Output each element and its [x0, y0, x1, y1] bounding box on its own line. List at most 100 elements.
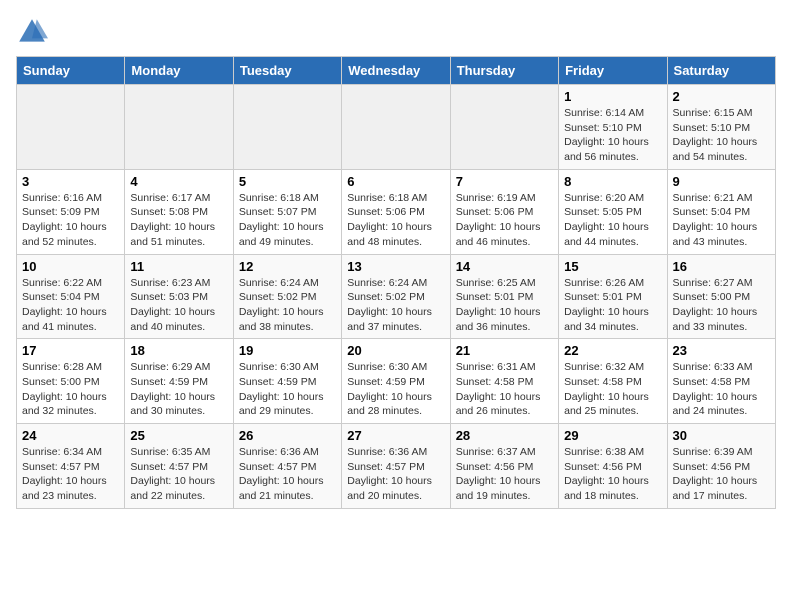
- day-cell: 13 Sunrise: 6:24 AMSunset: 5:02 PMDayligh…: [342, 254, 450, 339]
- day-cell: 24Sunrise: 6:34 AMSunset: 4:57 PMDayligh…: [17, 424, 125, 509]
- day-number: 18: [130, 343, 227, 358]
- col-header-thursday: Thursday: [450, 57, 558, 85]
- day-cell: 30 Sunrise: 6:39 AMSunset: 4:56 PMDayligh…: [667, 424, 775, 509]
- day-number: 16: [673, 259, 770, 274]
- calendar-table: SundayMondayTuesdayWednesdayThursdayFrid…: [16, 56, 776, 509]
- day-cell: 14 Sunrise: 6:25 AMSunset: 5:01 PMDayligh…: [450, 254, 558, 339]
- day-cell: 19 Sunrise: 6:30 AMSunset: 4:59 PMDayligh…: [233, 339, 341, 424]
- col-header-saturday: Saturday: [667, 57, 775, 85]
- day-cell: 3Sunrise: 6:16 AMSunset: 5:09 PMDaylight…: [17, 169, 125, 254]
- day-number: 22: [564, 343, 661, 358]
- day-info: Sunrise: 6:36 AMSunset: 4:57 PMDaylight:…: [347, 445, 444, 504]
- day-cell: 20 Sunrise: 6:30 AMSunset: 4:59 PMDayligh…: [342, 339, 450, 424]
- day-number: 5: [239, 174, 336, 189]
- day-cell: 11Sunrise: 6:23 AMSunset: 5:03 PMDayligh…: [125, 254, 233, 339]
- day-cell: 28 Sunrise: 6:37 AMSunset: 4:56 PMDayligh…: [450, 424, 558, 509]
- day-info: Sunrise: 6:30 AMSunset: 4:59 PMDaylight:…: [347, 360, 444, 419]
- day-info: Sunrise: 6:29 AMSunset: 4:59 PMDaylight:…: [130, 360, 227, 419]
- day-info: Sunrise: 6:22 AMSunset: 5:04 PMDaylight:…: [22, 276, 119, 335]
- week-row-3: 10 Sunrise: 6:22 AMSunset: 5:04 PMDayligh…: [17, 254, 776, 339]
- day-number: 20: [347, 343, 444, 358]
- day-info: Sunrise: 6:36 AMSunset: 4:57 PMDaylight:…: [239, 445, 336, 504]
- day-info: Sunrise: 6:24 AMSunset: 5:02 PMDaylight:…: [347, 276, 444, 335]
- day-cell: 1 Sunrise: 6:14 AMSunset: 5:10 PMDaylight…: [559, 85, 667, 170]
- day-number: 25: [130, 428, 227, 443]
- day-cell: 22 Sunrise: 6:32 AMSunset: 4:58 PMDayligh…: [559, 339, 667, 424]
- col-header-friday: Friday: [559, 57, 667, 85]
- day-info: Sunrise: 6:27 AMSunset: 5:00 PMDaylight:…: [673, 276, 770, 335]
- day-number: 12: [239, 259, 336, 274]
- day-cell: 26Sunrise: 6:36 AMSunset: 4:57 PMDayligh…: [233, 424, 341, 509]
- day-number: 30: [673, 428, 770, 443]
- col-header-tuesday: Tuesday: [233, 57, 341, 85]
- day-info: Sunrise: 6:24 AMSunset: 5:02 PMDaylight:…: [239, 276, 336, 335]
- day-cell: 8Sunrise: 6:20 AMSunset: 5:05 PMDaylight…: [559, 169, 667, 254]
- day-info: Sunrise: 6:14 AMSunset: 5:10 PMDaylight:…: [564, 106, 661, 165]
- day-number: 9: [673, 174, 770, 189]
- day-cell: 23 Sunrise: 6:33 AMSunset: 4:58 PMDayligh…: [667, 339, 775, 424]
- day-number: 13: [347, 259, 444, 274]
- day-cell: 6 Sunrise: 6:18 AMSunset: 5:06 PMDaylight…: [342, 169, 450, 254]
- day-number: 4: [130, 174, 227, 189]
- day-info: Sunrise: 6:39 AMSunset: 4:56 PMDaylight:…: [673, 445, 770, 504]
- week-row-5: 24Sunrise: 6:34 AMSunset: 4:57 PMDayligh…: [17, 424, 776, 509]
- day-cell: [450, 85, 558, 170]
- week-row-2: 3Sunrise: 6:16 AMSunset: 5:09 PMDaylight…: [17, 169, 776, 254]
- day-number: 29: [564, 428, 661, 443]
- day-info: Sunrise: 6:18 AMSunset: 5:06 PMDaylight:…: [347, 191, 444, 250]
- day-cell: 18 Sunrise: 6:29 AMSunset: 4:59 PMDayligh…: [125, 339, 233, 424]
- day-number: 17: [22, 343, 119, 358]
- day-number: 7: [456, 174, 553, 189]
- day-cell: 27 Sunrise: 6:36 AMSunset: 4:57 PMDayligh…: [342, 424, 450, 509]
- day-cell: 29 Sunrise: 6:38 AMSunset: 4:56 PMDayligh…: [559, 424, 667, 509]
- day-number: 23: [673, 343, 770, 358]
- logo-icon: [16, 16, 48, 48]
- day-info: Sunrise: 6:25 AMSunset: 5:01 PMDaylight:…: [456, 276, 553, 335]
- day-number: 1: [564, 89, 661, 104]
- day-number: 2: [673, 89, 770, 104]
- day-number: 15: [564, 259, 661, 274]
- day-number: 27: [347, 428, 444, 443]
- day-info: Sunrise: 6:20 AMSunset: 5:05 PMDaylight:…: [564, 191, 661, 250]
- day-number: 14: [456, 259, 553, 274]
- day-number: 6: [347, 174, 444, 189]
- day-number: 21: [456, 343, 553, 358]
- logo: [16, 16, 52, 48]
- day-cell: 2Sunrise: 6:15 AMSunset: 5:10 PMDaylight…: [667, 85, 775, 170]
- day-cell: 15Sunrise: 6:26 AMSunset: 5:01 PMDayligh…: [559, 254, 667, 339]
- day-cell: 5 Sunrise: 6:18 AMSunset: 5:07 PMDaylight…: [233, 169, 341, 254]
- day-number: 11: [130, 259, 227, 274]
- day-cell: 21 Sunrise: 6:31 AMSunset: 4:58 PMDayligh…: [450, 339, 558, 424]
- day-cell: 10 Sunrise: 6:22 AMSunset: 5:04 PMDayligh…: [17, 254, 125, 339]
- day-info: Sunrise: 6:18 AMSunset: 5:07 PMDaylight:…: [239, 191, 336, 250]
- day-cell: 17 Sunrise: 6:28 AMSunset: 5:00 PMDayligh…: [17, 339, 125, 424]
- day-info: Sunrise: 6:35 AMSunset: 4:57 PMDaylight:…: [130, 445, 227, 504]
- day-info: Sunrise: 6:31 AMSunset: 4:58 PMDaylight:…: [456, 360, 553, 419]
- col-header-sunday: Sunday: [17, 57, 125, 85]
- header: [16, 16, 776, 48]
- day-info: Sunrise: 6:19 AMSunset: 5:06 PMDaylight:…: [456, 191, 553, 250]
- day-number: 10: [22, 259, 119, 274]
- day-number: 19: [239, 343, 336, 358]
- day-number: 24: [22, 428, 119, 443]
- day-cell: 7 Sunrise: 6:19 AMSunset: 5:06 PMDaylight…: [450, 169, 558, 254]
- day-info: Sunrise: 6:33 AMSunset: 4:58 PMDaylight:…: [673, 360, 770, 419]
- day-info: Sunrise: 6:28 AMSunset: 5:00 PMDaylight:…: [22, 360, 119, 419]
- day-cell: [17, 85, 125, 170]
- day-info: Sunrise: 6:38 AMSunset: 4:56 PMDaylight:…: [564, 445, 661, 504]
- day-cell: 12 Sunrise: 6:24 AMSunset: 5:02 PMDayligh…: [233, 254, 341, 339]
- day-info: Sunrise: 6:30 AMSunset: 4:59 PMDaylight:…: [239, 360, 336, 419]
- day-cell: [125, 85, 233, 170]
- col-header-wednesday: Wednesday: [342, 57, 450, 85]
- day-info: Sunrise: 6:21 AMSunset: 5:04 PMDaylight:…: [673, 191, 770, 250]
- day-cell: [342, 85, 450, 170]
- header-row: SundayMondayTuesdayWednesdayThursdayFrid…: [17, 57, 776, 85]
- day-cell: 16 Sunrise: 6:27 AMSunset: 5:00 PMDayligh…: [667, 254, 775, 339]
- day-cell: [233, 85, 341, 170]
- day-info: Sunrise: 6:32 AMSunset: 4:58 PMDaylight:…: [564, 360, 661, 419]
- day-info: Sunrise: 6:37 AMSunset: 4:56 PMDaylight:…: [456, 445, 553, 504]
- day-number: 28: [456, 428, 553, 443]
- day-info: Sunrise: 6:17 AMSunset: 5:08 PMDaylight:…: [130, 191, 227, 250]
- day-info: Sunrise: 6:16 AMSunset: 5:09 PMDaylight:…: [22, 191, 119, 250]
- day-cell: 4 Sunrise: 6:17 AMSunset: 5:08 PMDaylight…: [125, 169, 233, 254]
